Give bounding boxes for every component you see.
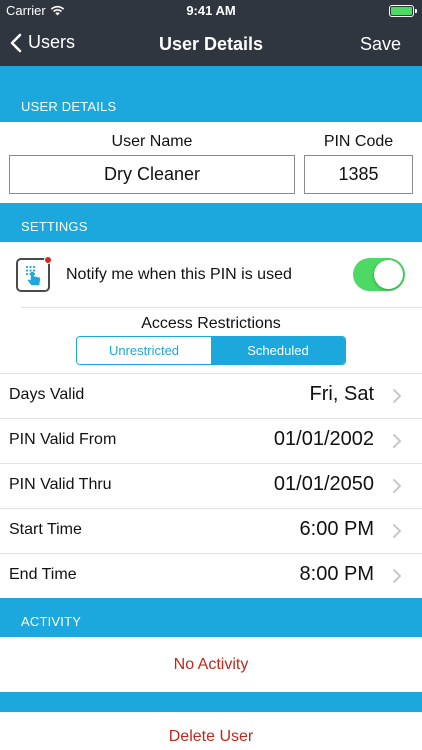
pin-valid-thru-value: 01/01/2050 — [273, 473, 374, 495]
chevron-right-icon — [393, 569, 401, 583]
pin-valid-thru-row[interactable]: PIN Valid Thru 01/01/2050 — [0, 463, 422, 508]
page-title: User Details — [158, 34, 264, 54]
chevron-right-icon — [393, 479, 401, 493]
pin-valid-from-label: PIN Valid From — [9, 431, 117, 448]
pin-valid-from-value: 01/01/2002 — [273, 428, 374, 450]
notification-dot — [44, 256, 52, 264]
start-time-value: 6:00 PM — [299, 518, 374, 540]
days-valid-value: Fri, Sat — [309, 383, 374, 405]
no-activity-text: No Activity — [173, 656, 249, 673]
navigation-bar: Users User Details Save — [0, 22, 422, 66]
user-name-value: Dry Cleaner — [103, 164, 201, 184]
status-bar: Carrier 9:41 AM — [0, 0, 422, 22]
notify-toggle[interactable] — [353, 258, 405, 291]
chevron-right-icon — [393, 389, 401, 403]
divider — [21, 307, 422, 308]
start-time-row[interactable]: Start Time 6:00 PM — [0, 508, 422, 553]
activity-header-label: ACTIVITY — [21, 614, 82, 629]
pin-valid-from-row[interactable]: PIN Valid From 01/01/2002 — [0, 418, 422, 463]
end-time-value: 8:00 PM — [299, 563, 374, 585]
pin-code-field[interactable]: 1385 — [304, 155, 413, 194]
days-valid-label: Days Valid — [9, 386, 85, 403]
end-time-row[interactable]: End Time 8:00 PM — [0, 553, 422, 598]
end-time-label: End Time — [9, 566, 77, 583]
delete-user-button[interactable]: Delete User — [0, 728, 422, 746]
save-button[interactable]: Save — [360, 34, 401, 55]
settings-header-label: SETTINGS — [21, 219, 88, 234]
user-details-header-label: USER DETAILS — [21, 99, 117, 114]
chevron-right-icon — [393, 524, 401, 538]
segment-scheduled[interactable]: Scheduled — [211, 337, 345, 364]
user-name-field[interactable]: Dry Cleaner — [9, 155, 295, 194]
user-name-label: User Name — [111, 133, 193, 150]
clock: 9:41 AM — [186, 3, 236, 18]
activity-header: ACTIVITY — [0, 598, 422, 637]
access-restrictions-label: Access Restrictions — [141, 315, 281, 332]
pin-code-value: 1385 — [338, 164, 379, 184]
toggle-knob — [374, 260, 403, 289]
notify-label: Notify me when this PIN is used — [66, 266, 292, 283]
touch-notify-icon — [16, 256, 52, 292]
battery-icon — [389, 5, 417, 17]
days-valid-row[interactable]: Days Valid Fri, Sat — [0, 373, 422, 418]
pin-code-label: PIN Code — [323, 133, 394, 150]
segment-unrestricted[interactable]: Unrestricted — [77, 337, 211, 364]
access-restrictions-control: Unrestricted Scheduled — [76, 336, 346, 365]
chevron-right-icon — [393, 434, 401, 448]
start-time-label: Start Time — [9, 521, 82, 538]
settings-header: SETTINGS — [0, 203, 422, 242]
pin-valid-thru-label: PIN Valid Thru — [9, 476, 112, 493]
delete-section-spacer — [0, 692, 422, 712]
user-details-header: USER DETAILS — [0, 66, 422, 122]
